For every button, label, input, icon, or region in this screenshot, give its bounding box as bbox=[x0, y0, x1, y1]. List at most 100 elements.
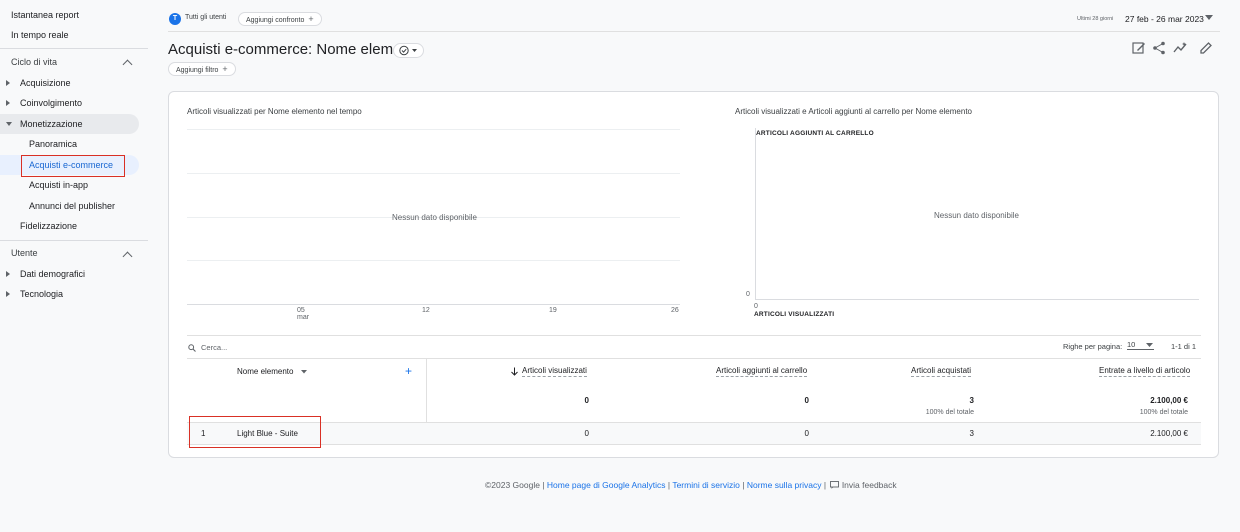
y-axis-label: ARTICOLI AGGIUNTI AL CARRELLO bbox=[756, 130, 874, 137]
caret-down-icon[interactable] bbox=[301, 370, 307, 374]
table-top-divider bbox=[187, 335, 1201, 336]
plus-icon: + bbox=[308, 14, 314, 24]
sidebar-section-user[interactable]: Utente bbox=[11, 243, 38, 263]
chevron-up-icon[interactable] bbox=[122, 251, 133, 262]
caret-down-icon bbox=[6, 122, 12, 126]
gridline bbox=[187, 129, 680, 130]
x-axis-line bbox=[187, 304, 680, 305]
sidebar-item-publisher-ads[interactable]: Annunci del publisher bbox=[29, 196, 115, 216]
gridline bbox=[187, 260, 680, 261]
x-tick-month: mar bbox=[297, 314, 310, 321]
y-axis-line bbox=[755, 128, 756, 300]
sidebar-item-engagement[interactable]: Coinvolgimento bbox=[20, 93, 82, 113]
add-dimension-button[interactable]: + bbox=[405, 364, 412, 378]
add-filter-button[interactable]: Aggiungi filtro + bbox=[168, 62, 236, 76]
report-card: Articoli visualizzati per Nome elemento … bbox=[168, 91, 1219, 458]
edit-icon[interactable] bbox=[1199, 41, 1213, 55]
sidebar-divider bbox=[0, 240, 148, 241]
total-purchased-share: 100% del totale bbox=[925, 409, 974, 416]
caret-right-icon bbox=[6, 80, 10, 86]
page-title: Acquisti e-commerce: Nome elemento bbox=[168, 41, 423, 58]
privacy-link[interactable]: Norme sulla privacy bbox=[747, 480, 822, 490]
no-data-message: Nessun dato disponibile bbox=[934, 211, 1019, 220]
caret-right-icon bbox=[6, 271, 10, 277]
rows-per-page-label: Righe per pagina: bbox=[1063, 342, 1123, 351]
plus-icon: + bbox=[222, 64, 228, 74]
header-divider bbox=[168, 31, 1220, 32]
date-range-picker[interactable]: 27 feb - 26 mar 2023 bbox=[1125, 14, 1204, 24]
scatter-chart-title: Articoli visualizzati e Articoli aggiunt… bbox=[735, 107, 972, 116]
gridline bbox=[187, 173, 680, 174]
y-tick-label: 0 bbox=[746, 291, 750, 298]
sidebar-item-monetization[interactable]: Monetizzazione bbox=[20, 114, 83, 134]
user-avatar[interactable]: T bbox=[169, 13, 181, 25]
sidebar-item-overview[interactable]: Panoramica bbox=[29, 134, 77, 154]
caret-right-icon bbox=[6, 291, 10, 297]
feedback-icon[interactable] bbox=[830, 481, 840, 489]
all-users-label[interactable]: Tutti gli utenti bbox=[185, 14, 226, 21]
caret-right-icon bbox=[6, 100, 10, 106]
sidebar-item-snapshot[interactable]: Istantanea report bbox=[11, 5, 79, 25]
share-icon[interactable] bbox=[1152, 41, 1166, 55]
sidebar-item-demographics[interactable]: Dati demografici bbox=[20, 264, 85, 284]
row-viewed: 0 bbox=[584, 429, 589, 438]
sidebar-divider bbox=[0, 48, 148, 49]
table-search-input[interactable]: Cerca... bbox=[201, 343, 227, 352]
x-tick-label: 05 bbox=[297, 307, 305, 314]
col-header-purchased[interactable]: Articoli acquistati bbox=[911, 366, 972, 377]
total-viewed: 0 bbox=[584, 396, 589, 405]
total-purchased: 3 bbox=[969, 396, 974, 405]
footer-separator: | bbox=[742, 480, 745, 490]
terms-link[interactable]: Termini di servizio bbox=[672, 480, 740, 490]
add-comparison-button[interactable]: Aggiungi confronto + bbox=[238, 12, 322, 26]
footer: ©2023 Google | Home page di Google Analy… bbox=[485, 480, 897, 490]
x-tick-label: 19 bbox=[549, 307, 557, 314]
sidebar-item-inapp[interactable]: Acquisti in-app bbox=[29, 175, 88, 195]
sidebar-item-acquisition[interactable]: Acquisizione bbox=[20, 73, 71, 93]
sort-down-icon[interactable] bbox=[510, 367, 519, 376]
total-revenue: 2.100,00 € bbox=[1150, 396, 1188, 405]
caret-down-icon[interactable] bbox=[1205, 15, 1213, 21]
caret-down-icon[interactable] bbox=[1146, 343, 1153, 348]
x-axis-line bbox=[755, 299, 1199, 300]
highlight-box-sidebar bbox=[21, 155, 125, 177]
sidebar-item-realtime[interactable]: In tempo reale bbox=[11, 25, 69, 45]
add-comparison-label: Aggiungi confronto bbox=[246, 17, 305, 24]
copyright: ©2023 Google | bbox=[485, 480, 545, 490]
sidebar-section-lifecycle[interactable]: Ciclo di vita bbox=[11, 52, 57, 72]
x-tick-label: 12 bbox=[422, 307, 430, 314]
total-revenue-share: 100% del totale bbox=[1139, 409, 1188, 416]
table-header-top bbox=[187, 358, 1201, 359]
dimension-header[interactable]: Nome elemento bbox=[237, 367, 293, 376]
footer-separator: | bbox=[823, 480, 827, 490]
title-status-chip[interactable] bbox=[393, 43, 424, 58]
row-divider bbox=[187, 444, 1201, 445]
line-chart-title: Articoli visualizzati per Nome elemento … bbox=[187, 107, 362, 116]
row-added: 0 bbox=[804, 429, 809, 438]
no-data-message: Nessun dato disponibile bbox=[392, 213, 477, 222]
x-tick-label: 26 bbox=[671, 307, 679, 314]
feedback-link[interactable]: Invia feedback bbox=[842, 480, 897, 490]
col-header-added[interactable]: Articoli aggiunti al carrello bbox=[716, 366, 808, 377]
search-icon bbox=[188, 344, 196, 352]
total-added: 0 bbox=[804, 396, 809, 405]
row-purchased: 3 bbox=[969, 429, 974, 438]
insights-icon[interactable] bbox=[1173, 41, 1187, 55]
row-revenue: 2.100,00 € bbox=[1150, 429, 1188, 438]
table-row[interactable] bbox=[187, 423, 1201, 444]
sidebar-item-technology[interactable]: Tecnologia bbox=[20, 284, 63, 304]
sidebar-item-retention[interactable]: Fidelizzazione bbox=[20, 216, 77, 236]
sidebar: Istantanea report In tempo reale Ciclo d… bbox=[0, 0, 148, 532]
highlight-box-row bbox=[189, 416, 321, 448]
footer-separator: | bbox=[667, 480, 671, 490]
pagination-label: 1-1 di 1 bbox=[1171, 342, 1197, 351]
date-prefix: Ultimi 28 giorni bbox=[1077, 16, 1114, 22]
analytics-home-link[interactable]: Home page di Google Analytics bbox=[547, 480, 666, 490]
customize-report-icon[interactable] bbox=[1132, 41, 1146, 55]
chevron-up-icon[interactable] bbox=[122, 59, 133, 70]
x-axis-label: ARTICOLI VISUALIZZATI bbox=[754, 311, 835, 318]
add-filter-label: Aggiungi filtro bbox=[176, 67, 219, 74]
col-header-viewed[interactable]: Articoli visualizzati bbox=[522, 366, 587, 377]
x-tick-label: 0 bbox=[754, 303, 758, 310]
col-header-revenue[interactable]: Entrate a livello di articolo bbox=[1099, 366, 1191, 377]
